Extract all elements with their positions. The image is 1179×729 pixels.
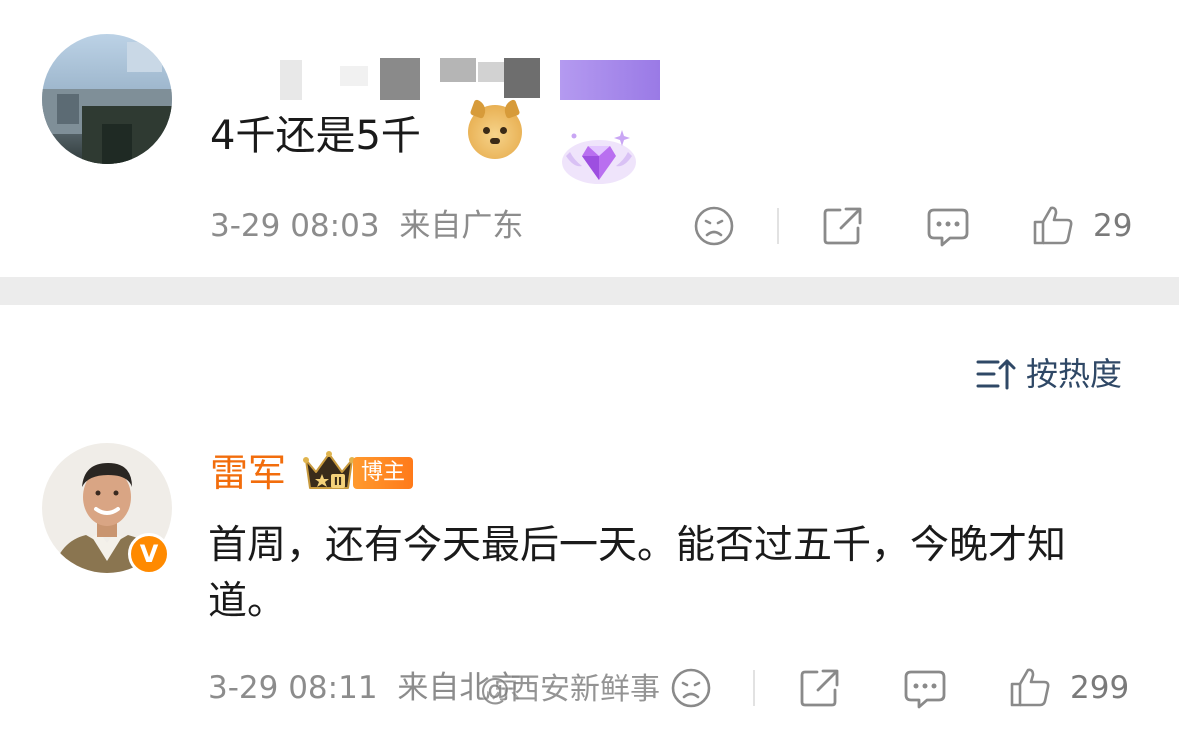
action-divider	[753, 670, 755, 706]
share-icon[interactable]	[799, 668, 841, 708]
dislike-face-icon[interactable]	[670, 667, 712, 709]
sort-icon	[976, 359, 1016, 390]
comment-time: 3-29 08:03	[210, 208, 380, 244]
section-divider	[0, 277, 1179, 305]
blogger-badge: 博主	[353, 457, 414, 489]
doge-emoji-icon	[468, 99, 522, 159]
watermark: @西安新鲜事	[480, 672, 660, 707]
comment-icon[interactable]	[903, 669, 947, 709]
verified-badge-icon: V	[128, 533, 170, 575]
like-count: 299	[1070, 670, 1130, 706]
comment-location: 来自广东	[399, 208, 524, 244]
level-badge-text: II	[334, 475, 342, 488]
sort-by-hot-button[interactable]: 按热度	[976, 352, 1122, 396]
comment-icon[interactable]	[926, 207, 970, 247]
sort-label: 按热度	[1026, 355, 1123, 393]
comment-meta: 3-29 08:03 来自广东	[210, 206, 523, 246]
comment-text: 4千还是5千	[210, 113, 421, 159]
like-count: 29	[1093, 208, 1133, 244]
comment-time: 3-29 08:11	[208, 670, 378, 706]
action-divider	[777, 208, 779, 244]
share-icon[interactable]	[822, 206, 864, 246]
comment-meta: 3-29 08:11 来自北京	[208, 668, 521, 708]
author-name[interactable]: 雷军	[210, 448, 286, 498]
comment-text: 首周，还有今天最后一天。能否过五千，今晚才知道。	[208, 523, 1067, 624]
like-thumb-icon[interactable]	[1032, 204, 1074, 246]
purple-diamond-wings-icon	[562, 130, 636, 184]
commenter-avatar[interactable]	[42, 34, 172, 164]
like-thumb-icon[interactable]	[1009, 666, 1051, 708]
dislike-face-icon[interactable]	[693, 205, 735, 247]
crown-level-icon: II	[303, 451, 355, 489]
